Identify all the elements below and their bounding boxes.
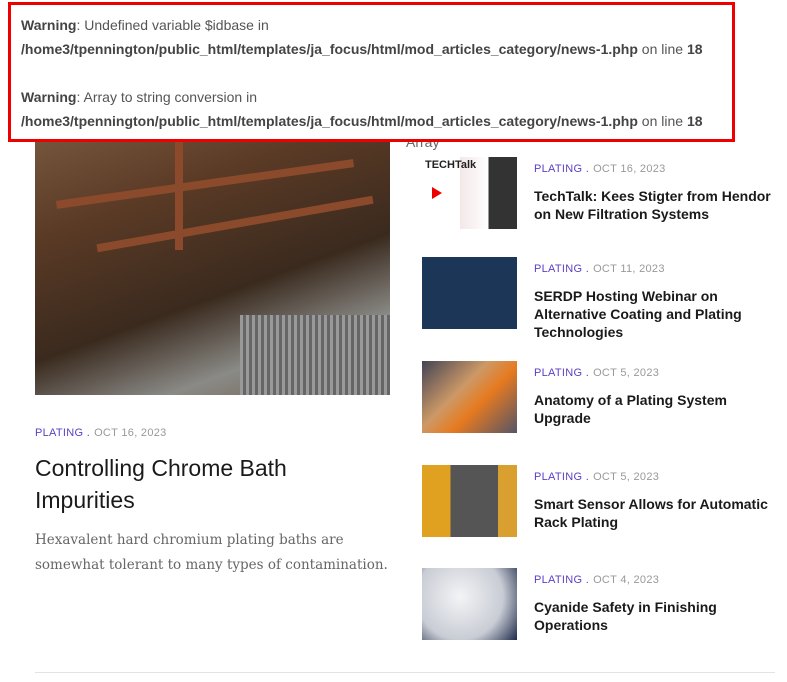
- thumbnail[interactable]: TECHTalk: [422, 157, 517, 229]
- article-title[interactable]: Anatomy of a Plating System Upgrade: [534, 391, 779, 427]
- featured-image[interactable]: [35, 120, 390, 395]
- date: OCT 16, 2023: [94, 427, 167, 439]
- thumbnail[interactable]: [422, 361, 517, 433]
- article-title[interactable]: Cyanide Safety in Finishing Operations: [534, 598, 779, 634]
- warning-line: 18: [686, 41, 703, 57]
- date: OCT 11, 2023: [593, 263, 665, 275]
- article-title[interactable]: TechTalk: Kees Stigter from Hendor on Ne…: [534, 187, 779, 223]
- warning-message: : Undefined variable $idbase in: [76, 17, 269, 33]
- article-title[interactable]: Smart Sensor Allows for Automatic Rack P…: [534, 495, 779, 531]
- warning-label: Warning: [21, 17, 77, 33]
- warning-label: Warning: [21, 89, 77, 105]
- category-link[interactable]: PLATING .: [534, 471, 589, 483]
- thumbnail[interactable]: [422, 257, 517, 329]
- divider: [35, 672, 775, 673]
- category-link[interactable]: PLATING .: [534, 263, 589, 275]
- date: OCT 16, 2023: [593, 163, 666, 175]
- category-link[interactable]: PLATING .: [35, 427, 90, 439]
- warning-on-line: on line: [637, 113, 687, 129]
- date: OCT 4, 2023: [593, 574, 660, 586]
- warning-line: 18: [686, 113, 703, 129]
- list-item[interactable]: PLATING . OCT 4, 2023 Cyanide Safety in F…: [422, 568, 782, 640]
- article-title[interactable]: SERDP Hosting Webinar on Alternative Coa…: [534, 287, 779, 341]
- warning-path: /home3/tpennington/public_html/templates…: [21, 41, 638, 57]
- php-warning-box: Warning: Undefined variable $idbase in /…: [8, 2, 735, 142]
- list-item[interactable]: PLATING . OCT 5, 2023 Smart Sensor Allows…: [422, 465, 782, 537]
- featured-description: Hexavalent hard chromium plating baths a…: [35, 532, 388, 573]
- featured-meta: PLATING . OCT 16, 2023: [35, 427, 167, 439]
- featured-title[interactable]: Controlling Chrome Bath Impurities: [35, 452, 355, 516]
- warning-on-line: on line: [637, 41, 687, 57]
- warning-message: : Array to string conversion in: [76, 89, 258, 105]
- category-link[interactable]: PLATING .: [534, 574, 589, 586]
- list-item[interactable]: TECHTalk PLATING . OCT 16, 2023 TechTalk:…: [422, 157, 782, 229]
- list-item[interactable]: PLATING . OCT 5, 2023 Anatomy of a Platin…: [422, 361, 782, 433]
- date: OCT 5, 2023: [593, 367, 660, 379]
- play-icon: [432, 187, 442, 199]
- techtalk-logo: TECHTalk: [425, 159, 477, 171]
- category-link[interactable]: PLATING .: [534, 367, 589, 379]
- thumbnail[interactable]: [422, 568, 517, 640]
- thumbnail[interactable]: [422, 465, 517, 537]
- warning-path: /home3/tpennington/public_html/templates…: [21, 113, 638, 129]
- list-item[interactable]: PLATING . OCT 11, 2023 SERDP Hosting Webi…: [422, 257, 782, 340]
- category-link[interactable]: PLATING .: [534, 163, 589, 175]
- date: OCT 5, 2023: [593, 471, 660, 483]
